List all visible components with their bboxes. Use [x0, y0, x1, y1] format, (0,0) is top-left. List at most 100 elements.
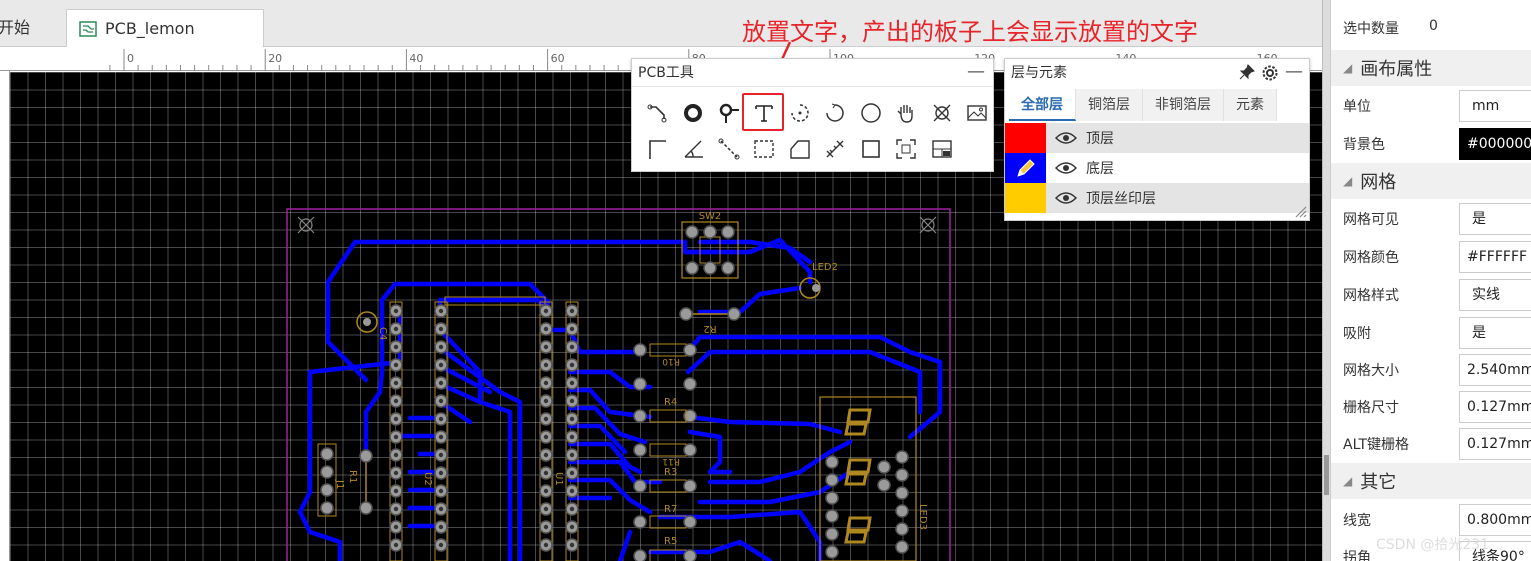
sw2-footprint: SW2: [681, 211, 739, 279]
pencil-icon: [1017, 159, 1035, 177]
minimize-icon[interactable]: —: [1285, 63, 1303, 82]
unit-select[interactable]: mm: [1459, 90, 1531, 122]
arc-icon[interactable]: [818, 97, 854, 129]
dimension-icon[interactable]: [818, 133, 854, 165]
minimize-icon[interactable]: —: [967, 61, 985, 82]
layer-row-top[interactable]: 顶层: [1005, 123, 1309, 153]
grid-color-input[interactable]: #FFFFFF: [1459, 241, 1531, 273]
fit-icon[interactable]: [889, 133, 925, 165]
r11-label: R11: [662, 456, 680, 466]
pad-hole: [393, 506, 399, 512]
pad-hole: [569, 344, 575, 350]
ruler-label: 20: [268, 52, 282, 65]
u2-label: U2: [422, 472, 433, 486]
circle-icon[interactable]: [853, 97, 889, 129]
pad-hole: [543, 362, 549, 368]
text-icon[interactable]: [747, 97, 783, 129]
grid-visible-select[interactable]: 是: [1459, 203, 1531, 235]
tab-pcb-lemon[interactable]: PCB_lemon: [66, 9, 264, 47]
r4-label: R4: [664, 397, 677, 408]
pad-hole: [543, 470, 549, 476]
pad-hole: [438, 344, 444, 350]
pad-hole: [569, 362, 575, 368]
pin-icon[interactable]: [1239, 64, 1255, 80]
tab-copper-layers[interactable]: 铜箔层: [1076, 89, 1143, 121]
corner-line-icon[interactable]: [640, 133, 676, 165]
r3-footprint: R3: [633, 467, 697, 493]
prop-label: 吸附: [1343, 326, 1371, 342]
pad-hole: [438, 452, 444, 458]
eye-icon[interactable]: [1046, 191, 1086, 205]
tab-start[interactable]: 开始: [0, 9, 64, 47]
layer-name: 顶层丝印层: [1086, 191, 1156, 207]
pad-hole: [393, 398, 399, 404]
eye-icon[interactable]: [1046, 161, 1086, 175]
dashed-line-icon[interactable]: [711, 133, 747, 165]
pad-hole: [438, 434, 444, 440]
square-icon[interactable]: [853, 133, 889, 165]
rect-dashed-icon[interactable]: [747, 133, 783, 165]
grid-step-input[interactable]: 0.127mm: [1459, 391, 1531, 423]
pad-hole: [569, 452, 575, 458]
r7-label: R7: [664, 504, 677, 515]
section-grid[interactable]: ◢ 网格: [1331, 163, 1531, 199]
layer-color-swatch[interactable]: [1005, 183, 1046, 213]
pad-icon[interactable]: [711, 97, 747, 129]
pad-hole: [393, 308, 399, 314]
eye-icon[interactable]: [1046, 131, 1086, 145]
track-icon[interactable]: [640, 97, 676, 129]
pad-hole: [438, 326, 444, 332]
angle-icon[interactable]: [676, 133, 712, 165]
pad-hole: [569, 326, 575, 332]
prop-snap: 吸附 是: [1331, 314, 1531, 352]
ruler-label: 40: [409, 52, 423, 65]
section-other[interactable]: ◢ 其它: [1331, 463, 1531, 499]
tab-elements[interactable]: 元素: [1224, 89, 1277, 121]
pan-hand-icon[interactable]: [889, 97, 925, 129]
pad-hole: [393, 524, 399, 530]
layer-row-top-silk[interactable]: 顶层丝印层: [1005, 183, 1309, 213]
cross-icon[interactable]: [924, 97, 960, 129]
r1-label: R1: [347, 470, 358, 483]
via-icon[interactable]: [676, 97, 712, 129]
vertical-ruler: [0, 71, 10, 561]
bg-color-input[interactable]: #000000: [1459, 128, 1531, 160]
polygon-icon[interactable]: [782, 133, 818, 165]
led2-label: LED2: [812, 262, 838, 273]
r4-footprint: R4: [633, 377, 697, 423]
prop-unit: 单位 mm: [1331, 87, 1531, 125]
pad-hole: [393, 326, 399, 332]
prop-grid-step: 栅格尺寸 0.127mm: [1331, 388, 1531, 426]
selected-count-label: 选中数量: [1343, 21, 1399, 37]
r11-footprint: R11: [633, 443, 697, 466]
pad-hole: [438, 362, 444, 368]
pad-hole: [543, 380, 549, 386]
alt-grid-input[interactable]: 0.127mm: [1459, 428, 1531, 460]
pad-hole: [569, 434, 575, 440]
layout-icon[interactable]: [924, 133, 960, 165]
layer-row-bottom[interactable]: 底层: [1005, 153, 1309, 183]
pad-hole: [543, 326, 549, 332]
pad-hole: [438, 470, 444, 476]
tab-all-layers[interactable]: 全部层: [1009, 89, 1076, 121]
snap-select[interactable]: 是: [1459, 317, 1531, 349]
image-icon[interactable]: [960, 97, 996, 129]
pad-hole: [393, 488, 399, 494]
r10-footprint: R10: [633, 343, 697, 366]
section-canvas-properties[interactable]: ◢ 画布属性: [1331, 50, 1531, 86]
pad-hole: [569, 470, 575, 476]
pad-hole: [393, 416, 399, 422]
gear-icon[interactable]: [1261, 64, 1279, 82]
line-width-input[interactable]: 0.800mm: [1459, 504, 1531, 536]
led3-footprint: LED3: [819, 396, 928, 561]
tab-non-copper-layers[interactable]: 非铜箔层: [1143, 89, 1224, 121]
pad-hole: [543, 506, 549, 512]
panel-splitter[interactable]: [1322, 0, 1330, 561]
grid-style-select[interactable]: 实线: [1459, 279, 1531, 311]
resize-grip-icon[interactable]: [1293, 204, 1307, 218]
arc-center-icon[interactable]: [782, 97, 818, 129]
pad-hole: [438, 398, 444, 404]
grid-size-input[interactable]: 2.540mm: [1459, 354, 1531, 386]
layer-color-swatch[interactable]: [1005, 123, 1046, 153]
layer-color-swatch[interactable]: [1005, 153, 1046, 183]
